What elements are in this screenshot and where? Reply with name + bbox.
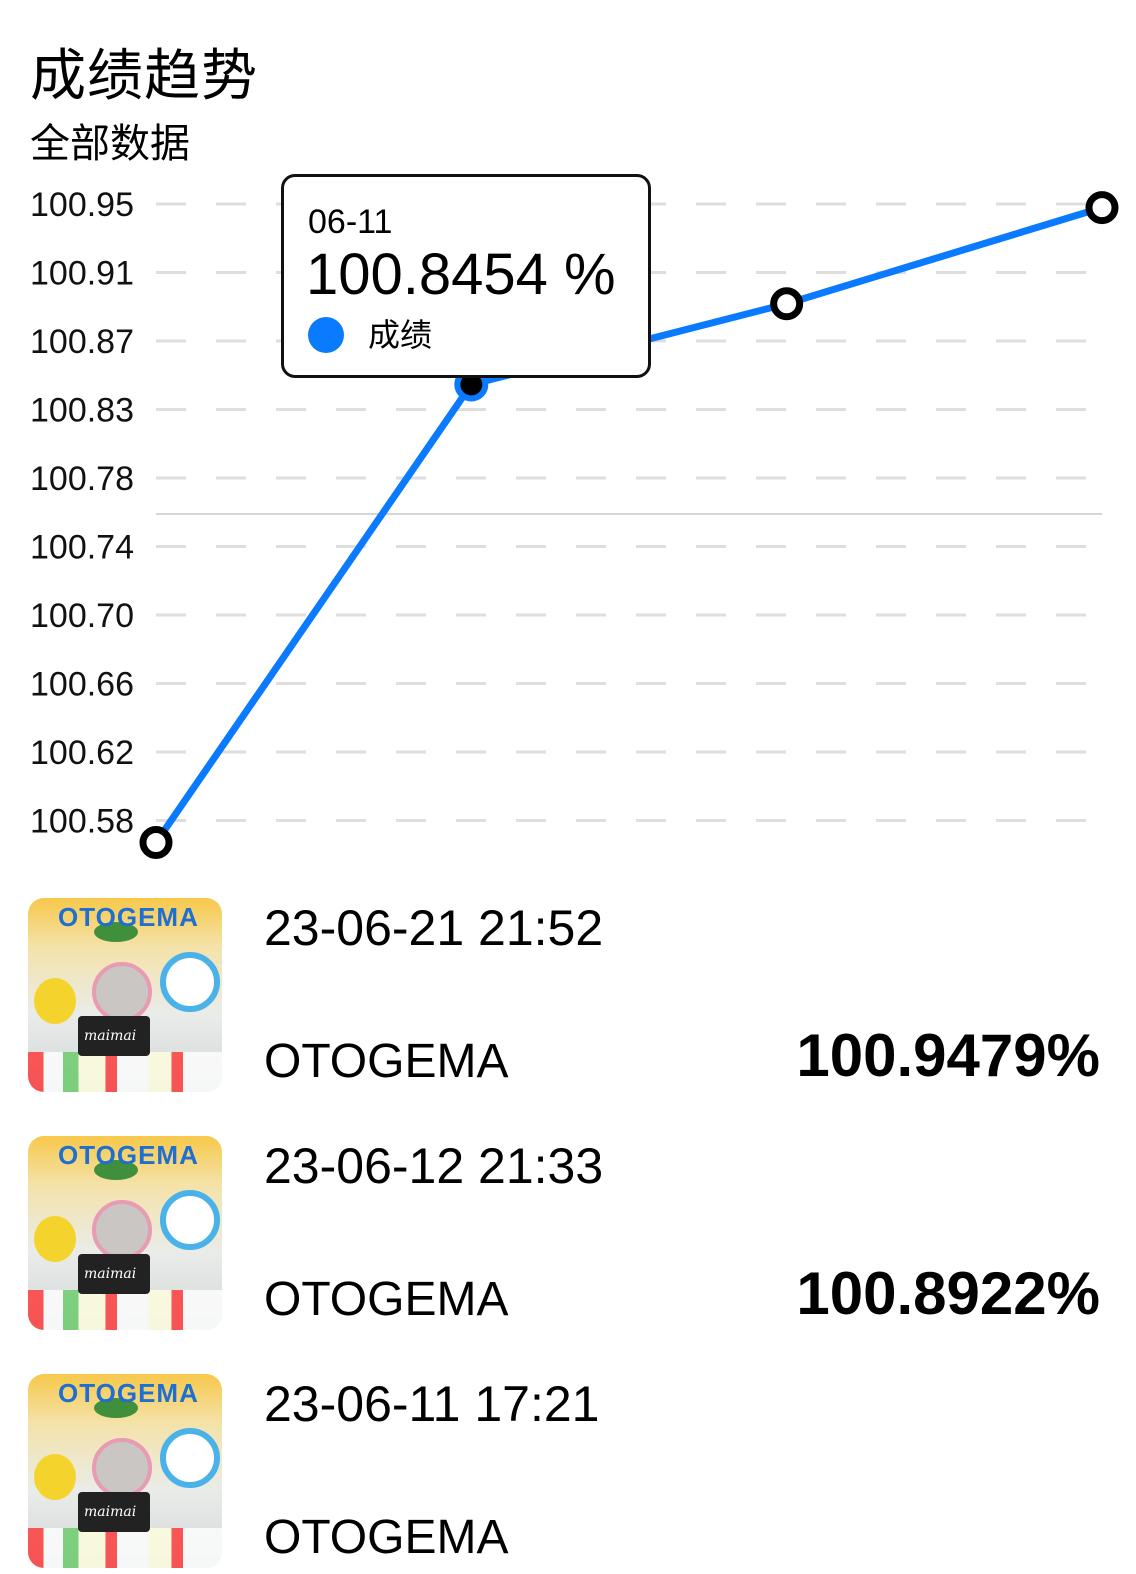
jacket-logo: OTOGEMA	[58, 1378, 199, 1408]
jacket-lights	[28, 1528, 222, 1568]
record-datetime: 23-06-11 17:21	[264, 1376, 600, 1432]
y-tick-label: 100.91	[30, 255, 134, 293]
jacket-sub-logo: maimai	[84, 1028, 137, 1044]
jacket-logo: OTOGEMA	[58, 902, 199, 932]
record-row[interactable]: OTOGEMA maimai 23-06-11 17:21 OTOGEMA	[0, 1374, 1136, 1574]
y-tick-label: 100.95	[30, 186, 134, 224]
y-tick-label: 100.58	[30, 803, 134, 841]
song-jacket-image: OTOGEMA maimai	[28, 1374, 222, 1568]
jacket-lights	[28, 1290, 222, 1330]
series-line-segment	[783, 204, 1106, 308]
record-datetime: 23-06-12 21:33	[264, 1138, 604, 1194]
record-song: OTOGEMA	[264, 1273, 509, 1326]
record-song: OTOGEMA	[264, 1035, 509, 1088]
record-row[interactable]: OTOGEMA maimai 23-06-12 21:33 OTOGEMA 10…	[0, 1136, 1136, 1336]
jacket-sub-logo: maimai	[84, 1504, 137, 1520]
jacket-lemon	[34, 1454, 76, 1500]
jacket-character	[92, 1200, 152, 1260]
song-jacket-image: OTOGEMA maimai	[28, 1136, 222, 1330]
jacket-lemon	[34, 978, 76, 1024]
tooltip-value: 100.8454 %	[306, 242, 616, 307]
data-point[interactable]	[139, 826, 173, 859]
y-tick-label: 100.83	[30, 392, 134, 430]
y-tick-label: 100.70	[30, 597, 134, 635]
data-point[interactable]	[770, 287, 804, 321]
page-title: 成绩趋势	[30, 44, 258, 109]
record-song: OTOGEMA	[264, 1511, 509, 1564]
y-tick-label: 100.66	[30, 666, 134, 704]
song-jacket-image: OTOGEMA maimai	[28, 898, 222, 1092]
record-row[interactable]: OTOGEMA maimai 23-06-21 21:52 OTOGEMA 10…	[0, 898, 1136, 1098]
data-point[interactable]	[1085, 191, 1119, 225]
chart-tooltip: 06-11 100.8454 % 成绩	[281, 174, 651, 378]
y-tick-label: 100.74	[30, 529, 134, 567]
jacket-lights	[28, 1052, 222, 1092]
jacket-character	[92, 1438, 152, 1498]
record-score: 100.8922%	[796, 1260, 1100, 1327]
y-tick-label: 100.87	[30, 323, 134, 361]
tooltip-date: 06-11	[308, 203, 393, 241]
y-tick-label: 100.62	[30, 734, 134, 772]
record-score: 100.9479%	[796, 1022, 1100, 1089]
jacket-bear	[160, 1190, 220, 1250]
tooltip-series-name: 成绩	[368, 316, 433, 354]
jacket-character	[92, 962, 152, 1022]
jacket-lemon	[34, 1216, 76, 1262]
record-datetime: 23-06-21 21:52	[264, 900, 604, 956]
series-color-dot	[308, 317, 344, 353]
jacket-sub-logo: maimai	[84, 1266, 137, 1282]
y-axis-ticks: 100.95 100.91 100.87 100.83 100.78 100.74 100.…	[30, 186, 134, 841]
y-tick-label: 100.78	[30, 460, 134, 498]
jacket-bear	[160, 1428, 220, 1488]
jacket-bear	[160, 952, 220, 1012]
jacket-logo: OTOGEMA	[58, 1140, 199, 1170]
